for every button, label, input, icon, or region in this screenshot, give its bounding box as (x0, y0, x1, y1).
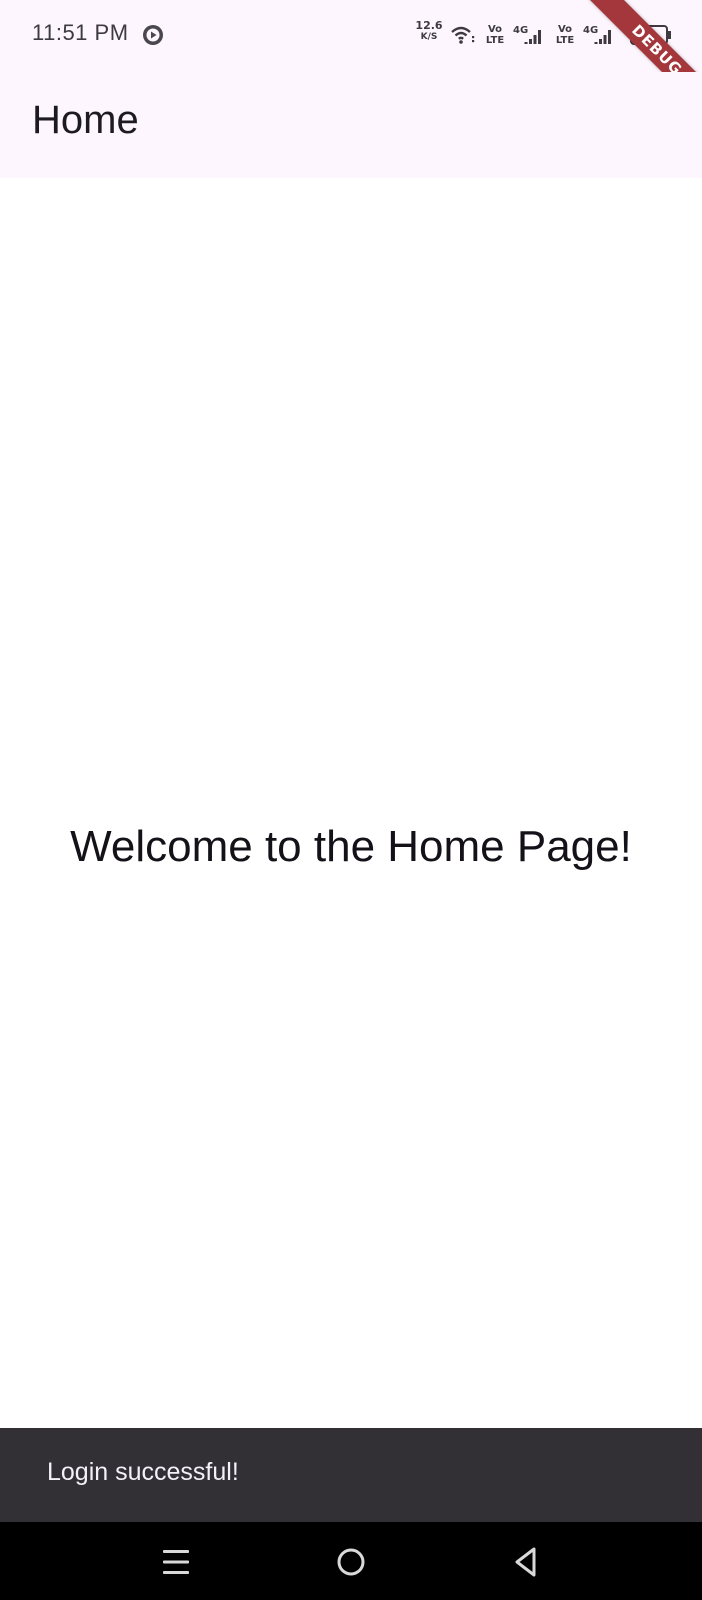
screen: 11:51 PM 12.6 K/S Vo LTE 4G Vo LTE 4G DE… (0, 0, 702, 1600)
welcome-message: Welcome to the Home Page! (70, 822, 632, 871)
wifi-icon (451, 26, 475, 44)
net-speed-unit: K/S (420, 32, 438, 42)
sim1-network-label: 4G (513, 25, 528, 36)
app-bar: Home (0, 72, 702, 178)
signal-icon: 4G (583, 25, 611, 44)
screen-record-icon (143, 25, 163, 45)
sim1-volte: Vo LTE (484, 24, 506, 46)
sim2-network-label: 4G (583, 25, 598, 36)
sim1-volte-top: Vo (487, 24, 503, 35)
net-speed-value: 12.6 (415, 19, 443, 32)
signal-icon: 4G (513, 25, 541, 44)
snackbar: Login successful! (0, 1428, 702, 1522)
sim1-volte-bottom: LTE (485, 35, 505, 46)
status-bar: 11:51 PM 12.6 K/S Vo LTE 4G Vo LTE 4G (0, 0, 702, 72)
snackbar-message: Login successful! (47, 1458, 239, 1486)
net-speed: 12.6 K/S (414, 19, 444, 43)
sim2-volte: Vo LTE (554, 24, 576, 46)
system-nav-bar (0, 1522, 702, 1600)
home-icon[interactable] (329, 1540, 373, 1584)
sim2-volte-bottom: LTE (555, 35, 575, 46)
page-title: Home (32, 98, 139, 142)
sim2-volte-top: Vo (557, 24, 573, 35)
main-content: Welcome to the Home Page! (0, 178, 702, 1428)
status-time: 11:51 PM (32, 20, 129, 45)
recents-icon[interactable] (154, 1540, 198, 1584)
back-icon[interactable] (504, 1540, 548, 1584)
